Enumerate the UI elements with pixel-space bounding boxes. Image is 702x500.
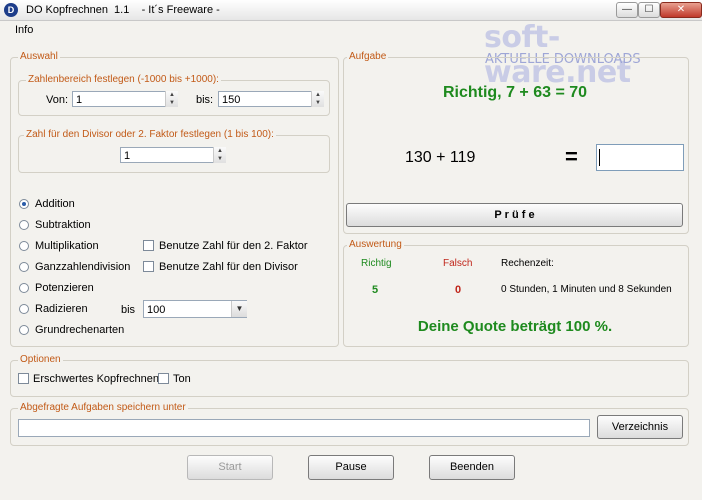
equals-sign: =: [565, 144, 578, 169]
label-potenzieren: Potenzieren: [35, 282, 94, 294]
menu-item-info[interactable]: Info: [15, 24, 33, 36]
von-input[interactable]: 1: [72, 91, 178, 107]
title-bar: D DO Kopfrechnen 1.1 - It´s Freeware - —…: [0, 0, 702, 21]
pruefe-button[interactable]: P r ü f e: [346, 203, 683, 227]
label-ton: Ton: [173, 373, 191, 385]
radio-ganzzahlendivision[interactable]: [19, 262, 29, 272]
close-button[interactable]: ✕: [660, 2, 702, 18]
pause-button[interactable]: Pause: [308, 455, 394, 480]
falsch-label: Falsch: [443, 258, 473, 269]
label-multiplikation: Multiplikation: [35, 240, 99, 252]
maximize-button[interactable]: ☐: [638, 2, 660, 18]
label-addition: Addition: [35, 198, 75, 210]
app-icon: D: [4, 3, 18, 17]
window-title: DO Kopfrechnen 1.1 - It´s Freeware -: [26, 4, 220, 16]
radio-multiplikation[interactable]: [19, 241, 29, 251]
aufgabe-legend: Aufgabe: [347, 51, 389, 62]
bis-input[interactable]: 150: [218, 91, 324, 107]
bis-label: bis:: [196, 94, 214, 106]
label-check-divisor: Benutze Zahl für den Divisor: [159, 261, 298, 273]
radio-potenzieren[interactable]: [19, 283, 29, 293]
chevron-down-icon[interactable]: ▼: [231, 301, 247, 317]
divisor-legend: Zahl für den Divisor oder 2. Faktor fest…: [24, 129, 276, 140]
radizieren-bis-label: bis: [121, 304, 136, 316]
optionen-legend: Optionen: [18, 354, 63, 365]
richtig-label: Richtig: [361, 258, 392, 269]
start-button[interactable]: Start: [187, 455, 273, 480]
rechenzeit-label: Rechenzeit:: [501, 258, 554, 269]
radio-grundrechenarten[interactable]: [19, 325, 29, 335]
auswahl-legend: Auswahl: [18, 51, 60, 62]
label-radizieren: Radizieren: [35, 303, 88, 315]
von-label: Von:: [46, 94, 69, 106]
quote-message: Deine Quote beträgt 100 %.: [417, 318, 613, 335]
von-spin-button[interactable]: ▲ ▼: [165, 91, 178, 107]
divisor-input[interactable]: 1: [120, 147, 226, 163]
save-path-input[interactable]: [18, 419, 590, 437]
text-cursor: [599, 149, 600, 166]
label-erschwert: Erschwertes Kopfrechnen: [33, 373, 159, 385]
label-check-factor2: Benutze Zahl für den 2. Faktor: [159, 240, 308, 252]
radio-addition[interactable]: [19, 199, 29, 209]
richtig-value: 5: [372, 284, 379, 296]
speichern-legend: Abgefragte Aufgaben speichern unter: [18, 402, 188, 413]
label-ganzzahlendivision: Ganzzahlendivision: [35, 261, 131, 273]
verzeichnis-button[interactable]: Verzeichnis: [597, 415, 683, 439]
check-divisor[interactable]: [143, 261, 154, 272]
minimize-button[interactable]: —: [616, 2, 638, 18]
label-subtraktion: Subtraktion: [35, 219, 91, 231]
range-legend: Zahlenbereich festlegen (-1000 bis +1000…: [26, 74, 221, 85]
falsch-value: 0: [455, 284, 462, 296]
task-expression: 130 + 119: [405, 149, 476, 166]
check-erschwert[interactable]: [18, 373, 29, 384]
answer-input[interactable]: [596, 144, 684, 171]
check-factor2[interactable]: [143, 240, 154, 251]
bis-spin-button[interactable]: ▲ ▼: [311, 91, 324, 107]
result-message: Richtig, 7 + 63 = 70: [442, 84, 588, 101]
radio-subtraktion[interactable]: [19, 220, 29, 230]
rechenzeit-value: 0 Stunden, 1 Minuten und 8 Sekunden: [501, 284, 672, 295]
check-ton[interactable]: [158, 373, 169, 384]
label-grundrechenarten: Grundrechenarten: [35, 324, 125, 336]
auswertung-legend: Auswertung: [347, 239, 404, 250]
beenden-button[interactable]: Beenden: [429, 455, 515, 480]
radio-radizieren[interactable]: [19, 304, 29, 314]
divisor-spin-button[interactable]: ▲ ▼: [213, 147, 226, 163]
